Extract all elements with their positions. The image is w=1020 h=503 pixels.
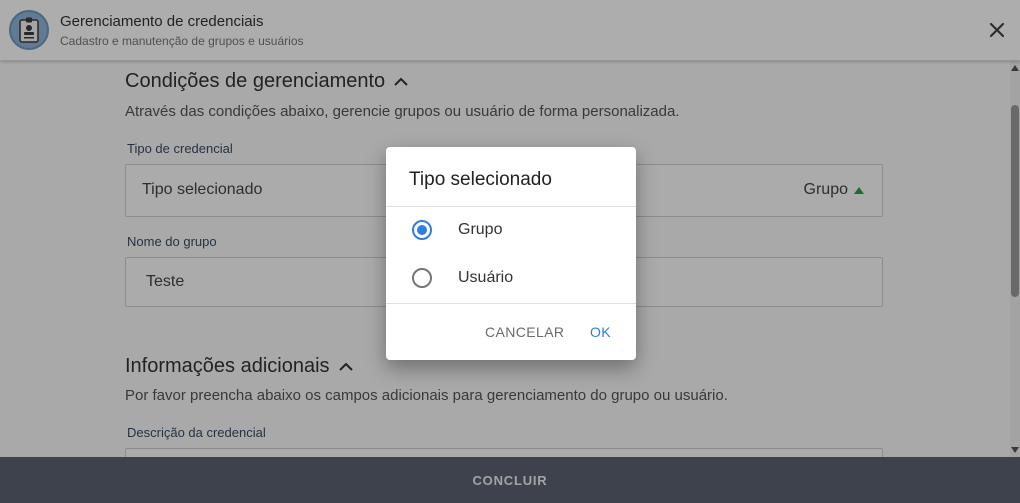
- cancel-button[interactable]: CANCELAR: [485, 324, 564, 340]
- ok-button[interactable]: OK: [590, 324, 611, 340]
- option-grupo-label: Grupo: [458, 221, 503, 238]
- dialog-divider: [386, 303, 636, 304]
- radio-unchecked-icon[interactable]: [412, 268, 432, 288]
- type-select-dialog: Tipo selecionado Grupo Usuário CANCELAR …: [386, 147, 636, 360]
- option-usuario-label: Usuário: [458, 269, 514, 286]
- option-grupo[interactable]: Grupo: [386, 210, 636, 250]
- option-usuario[interactable]: Usuário: [386, 258, 636, 298]
- dialog-title: Tipo selecionado: [409, 169, 552, 190]
- dialog-divider: [386, 206, 636, 207]
- radio-checked-icon[interactable]: [412, 220, 432, 240]
